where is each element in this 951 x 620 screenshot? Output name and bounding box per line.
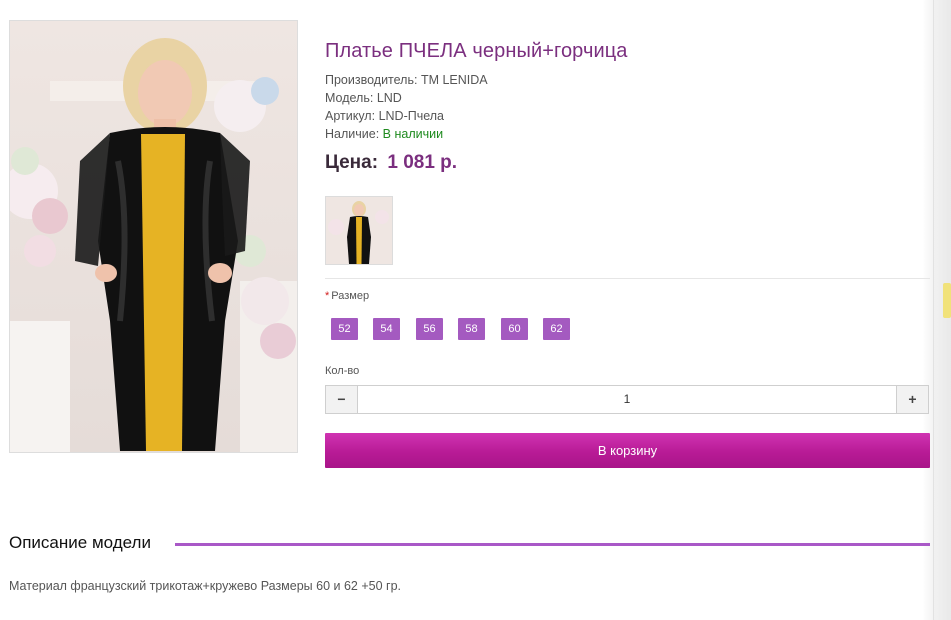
model-label: Модель: xyxy=(325,91,374,105)
sku-row: Артикул: LND-Пчела xyxy=(325,109,444,123)
availability-row: Наличие: В наличии xyxy=(325,127,443,141)
product-title: Платье ПЧЕЛА черный+горчица xyxy=(325,40,628,62)
manufacturer-label: Производитель: xyxy=(325,73,418,87)
quantity-stepper: − 1 + xyxy=(325,385,929,414)
price-row: Цена: 1 081 р. xyxy=(325,152,457,174)
manufacturer-value[interactable]: ТМ LENIDA xyxy=(421,73,488,87)
availability-label: Наличие: xyxy=(325,127,380,141)
product-thumbnail[interactable] xyxy=(325,196,393,265)
size-button-52[interactable]: 52 xyxy=(331,318,358,340)
model-row: Модель: LND xyxy=(325,91,402,105)
product-main-image[interactable] xyxy=(9,20,298,453)
description-heading: Описание модели xyxy=(9,533,151,552)
price-value: 1 081 р. xyxy=(387,152,458,173)
size-button-56[interactable]: 56 xyxy=(416,318,443,340)
scrollbar-thumb[interactable] xyxy=(943,283,951,318)
availability-status: В наличии xyxy=(382,127,444,141)
size-button-60[interactable]: 60 xyxy=(501,318,528,340)
quantity-label: Кол-во xyxy=(325,365,360,377)
section-divider xyxy=(325,278,930,279)
quantity-input[interactable]: 1 xyxy=(358,386,896,413)
price-label: Цена: xyxy=(325,152,379,173)
manufacturer-row: Производитель: ТМ LENIDA xyxy=(325,73,488,87)
size-button-54[interactable]: 54 xyxy=(373,318,400,340)
description-text: Материал французский трикотаж+кружево Ра… xyxy=(9,579,402,593)
size-label-text: Размер xyxy=(331,290,370,302)
size-button-58[interactable]: 58 xyxy=(458,318,485,340)
description-heading-rule xyxy=(175,543,930,546)
size-button-62[interactable]: 62 xyxy=(543,318,570,340)
size-option-label: * Размер xyxy=(325,290,369,302)
model-value: LND xyxy=(376,91,402,105)
quantity-increase-button[interactable]: + xyxy=(896,386,928,413)
sku-label: Артикул: xyxy=(325,109,376,123)
quantity-decrease-button[interactable]: − xyxy=(326,386,358,413)
add-to-cart-button[interactable]: В корзину xyxy=(325,433,930,468)
dress-photo-illustration xyxy=(10,21,297,452)
thumbnail-image xyxy=(326,197,392,264)
sku-value: LND-Пчела xyxy=(378,109,445,123)
required-mark: * xyxy=(325,290,330,302)
vertical-scrollbar[interactable] xyxy=(933,0,951,620)
